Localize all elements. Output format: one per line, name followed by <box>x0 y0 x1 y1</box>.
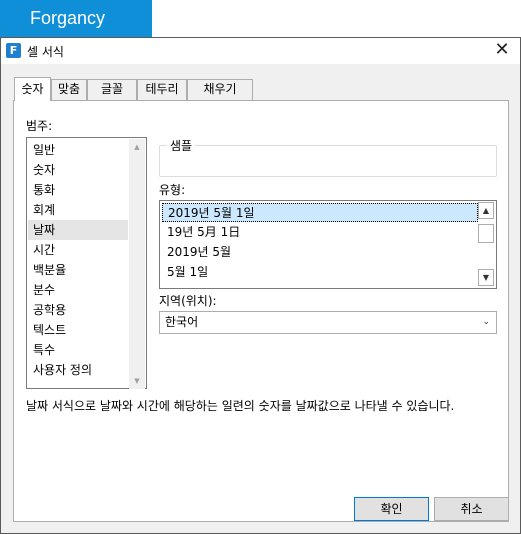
window-title: 셀 서식 <box>27 45 64 59</box>
scroll-down-icon[interactable]: ▼ <box>478 269 494 286</box>
type-list[interactable]: 2019년 5월 1일 19년 5月 1日 2019년 5월 5월 1일 ▲ ▼ <box>159 200 497 289</box>
locale-select[interactable]: 한국어 ⌄ <box>159 311 497 334</box>
tab-border[interactable]: 테두리 <box>137 79 187 100</box>
list-item[interactable]: 텍스트 <box>28 320 128 340</box>
list-item[interactable]: 백분율 <box>28 260 128 280</box>
locale-label: 지역(위치): <box>159 294 217 308</box>
list-item[interactable]: 2019년 5월 1일 <box>162 203 478 222</box>
scroll-up-icon[interactable]: ▲ <box>478 202 494 219</box>
ok-button[interactable]: 확인 <box>354 497 429 521</box>
title-bar: F 셀 서식 ✕ <box>1 38 520 64</box>
chevron-down-icon: ⌄ <box>482 317 490 327</box>
list-item[interactable]: 특수 <box>28 340 128 360</box>
scroll-up-icon[interactable]: ▲ <box>129 139 145 155</box>
list-item[interactable]: 19년 5月 1日 <box>162 223 478 242</box>
format-description: 날짜 서식으로 날짜와 시간에 해당하는 일련의 숫자를 날짜값으로 나타낼 수… <box>26 399 455 413</box>
tab-panel: 범주: 일반 숫자 통화 회계 날짜 시간 백분율 분수 공학용 텍스트 특수 … <box>13 100 509 522</box>
scroll-down-icon[interactable]: ▼ <box>129 373 145 389</box>
list-item[interactable]: 숫자 <box>28 160 128 180</box>
scroll-thumb[interactable] <box>478 224 494 243</box>
category-scrollbar[interactable]: ▲ ▼ <box>129 139 145 389</box>
tab-font[interactable]: 글꼴 <box>87 79 137 100</box>
app-icon: F <box>6 43 21 58</box>
category-list[interactable]: 일반 숫자 통화 회계 날짜 시간 백분율 분수 공학용 텍스트 특수 사용자 … <box>26 137 147 389</box>
format-cells-dialog: F 셀 서식 ✕ 숫자 맞춤 글꼴 테두리 채우기 범주: 일반 숫자 통화 회… <box>0 37 521 534</box>
brand-label: Forgancy <box>30 8 106 28</box>
list-item[interactable]: 통화 <box>28 180 128 200</box>
tab-fill[interactable]: 채우기 <box>187 79 253 100</box>
list-item[interactable]: 회계 <box>28 200 128 220</box>
sample-label: 샘플 <box>167 137 196 154</box>
type-scrollbar[interactable]: ▲ ▼ <box>478 202 495 287</box>
list-item[interactable]: 사용자 정의 <box>28 360 128 380</box>
list-item[interactable]: 5월 1일 <box>162 263 478 282</box>
list-item[interactable]: 일반 <box>28 140 128 160</box>
locale-value: 한국어 <box>165 315 199 329</box>
cancel-button[interactable]: 취소 <box>434 497 509 521</box>
list-item[interactable]: 시간 <box>28 240 128 260</box>
tab-number[interactable]: 숫자 <box>14 77 51 101</box>
sample-box <box>159 145 497 177</box>
tab-alignment[interactable]: 맞춤 <box>51 79 87 100</box>
type-label: 유형: <box>159 183 186 197</box>
close-icon[interactable]: ✕ <box>490 39 514 63</box>
list-item[interactable]: 2019년 5월 <box>162 243 478 262</box>
brand-banner: Forgancy <box>0 0 152 37</box>
list-item[interactable]: 날짜 <box>28 220 128 240</box>
category-label: 범주: <box>26 119 53 133</box>
list-item[interactable]: 분수 <box>28 280 128 300</box>
list-item[interactable]: 공학용 <box>28 300 128 320</box>
